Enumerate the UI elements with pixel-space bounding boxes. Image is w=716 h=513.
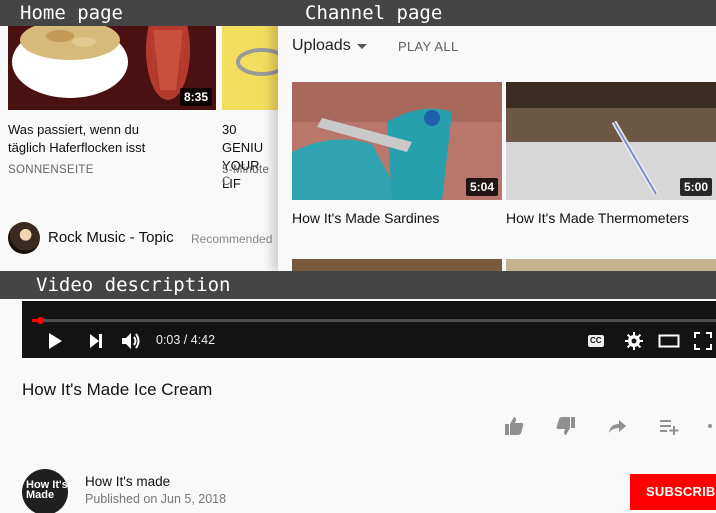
video-title[interactable]: How It's Made Sardines	[292, 210, 439, 226]
title-line: täglich Haferflocken isst	[8, 140, 146, 155]
published-date: Published on Jun 5, 2018	[85, 492, 227, 506]
cc-icon[interactable]: CC	[588, 335, 604, 347]
add-to-playlist-icon[interactable]	[658, 415, 680, 437]
section-label-description: Video description	[0, 271, 716, 299]
share-icon[interactable]	[606, 415, 628, 437]
channel-avatar[interactable]: How It's Made	[22, 469, 68, 513]
more-icon[interactable]	[704, 415, 716, 437]
channel-name[interactable]: Rock Music - Topic	[48, 229, 174, 246]
like-icon[interactable]	[503, 415, 525, 437]
video-description-panel: 0:03 / 4:42 CC How It's Made Ice Cream H…	[0, 271, 716, 513]
title-line: Was passiert, wenn du	[8, 122, 140, 137]
video-thumbnail[interactable]: 5:04	[292, 82, 502, 200]
duration-badge: 5:04	[465, 178, 498, 196]
duration-badge: 8:35	[179, 88, 212, 106]
fullscreen-icon[interactable]	[694, 332, 712, 350]
channel-name[interactable]: SONNENSEITE	[8, 164, 94, 176]
video-thumbnail[interactable]	[292, 259, 502, 271]
volume-icon[interactable]	[120, 331, 144, 351]
uploads-dropdown[interactable]: Uploads	[292, 37, 351, 55]
video-thumbnail[interactable]: 5:00	[506, 82, 716, 200]
next-icon[interactable]	[88, 332, 104, 350]
channel-page-panel: Uploads PLAY ALL 5:04 5:00 How It's Made…	[278, 0, 716, 271]
duration-badge: 5:00	[679, 178, 712, 196]
channel-name[interactable]: How It's made	[85, 474, 170, 489]
video-player-controls[interactable]: 0:03 / 4:42 CC	[22, 301, 716, 358]
progress-scrubber[interactable]	[36, 317, 44, 324]
video-title: How It's Made Ice Cream	[22, 380, 213, 399]
video-thumbnail[interactable]	[506, 259, 716, 271]
theater-icon[interactable]	[658, 333, 680, 349]
section-label-channel: Channel page	[280, 0, 716, 26]
section-label-home: Home page	[0, 0, 280, 26]
home-page-panel: 8:35 Was passiert, wenn du täglich Hafer…	[0, 0, 280, 271]
video-title[interactable]: How It's Made Thermometers	[506, 210, 689, 226]
video-title[interactable]: Was passiert, wenn du täglich Haferflock…	[8, 121, 145, 157]
play-all-button[interactable]: PLAY ALL	[398, 39, 458, 54]
title-line: 30 GENIU	[222, 122, 264, 155]
avatar-logo-text: How It's Made	[26, 479, 68, 501]
time-display: 0:03 / 4:42	[156, 333, 216, 347]
chevron-down-icon[interactable]	[357, 44, 367, 49]
progress-bar[interactable]	[32, 317, 716, 324]
play-icon[interactable]	[46, 331, 64, 351]
recommended-channel-row[interactable]: Rock Music - Topic Recommended	[8, 222, 280, 256]
dislike-icon[interactable]	[555, 415, 577, 437]
subscribe-button[interactable]: SUBSCRIBE	[630, 474, 716, 510]
settings-icon[interactable]	[624, 331, 644, 351]
avatar[interactable]	[8, 222, 40, 254]
recommended-label: Recommended	[191, 232, 273, 246]
channel-name[interactable]: 5-Minute C	[222, 164, 280, 188]
